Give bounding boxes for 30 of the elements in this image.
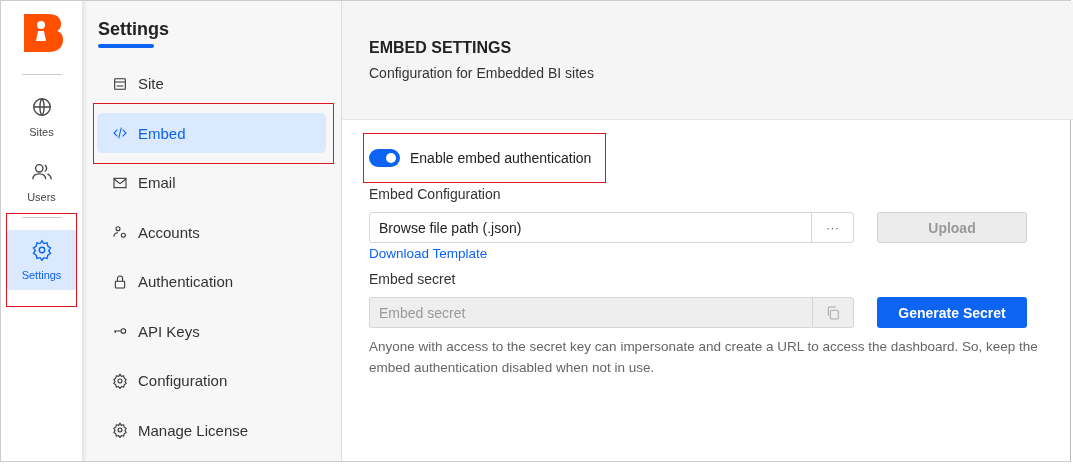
menu-item[interactable]: API Keys [97, 311, 326, 352]
nav-item[interactable]: Settings [6, 230, 77, 290]
menu-item[interactable]: Manage License [97, 410, 326, 451]
gear-icon [112, 422, 128, 439]
nav-item[interactable]: Users [6, 152, 77, 212]
menu-item[interactable]: Embed [97, 113, 326, 154]
copy-icon [825, 304, 841, 321]
page-title: EMBED SETTINGS [369, 39, 513, 57]
menu-item[interactable]: Authentication [97, 261, 326, 302]
menu-item[interactable]: Email [97, 162, 326, 203]
browser-window-icon [112, 75, 128, 92]
toggle-label: Enable embed authentication [410, 150, 592, 166]
menu-item[interactable]: Configuration [97, 360, 326, 401]
page-subtitle: Configuration for Embedded BI sites [369, 65, 595, 81]
file-path-field[interactable]: Browse file path (.json) ··· [369, 212, 854, 243]
gear-icon [30, 239, 53, 261]
field-label: Embed secret [369, 271, 456, 287]
browse-button[interactable]: ··· [811, 213, 853, 242]
toggle-switch[interactable] [369, 149, 400, 167]
menu-item[interactable]: Accounts [97, 212, 326, 253]
panel-title: Settings [98, 19, 170, 40]
title-underline [98, 44, 154, 48]
globe-icon [30, 96, 53, 118]
lock-icon [112, 273, 128, 290]
help-text: Anyone with access to the secret key can impersonate and create a URL to access the dashboard. So, keep the embed authentication disabled when not in use. [369, 338, 1039, 377]
field-label: Embed Configuration [369, 186, 501, 202]
menu-item[interactable]: Site [97, 63, 326, 104]
download-link[interactable]: Download Template [369, 246, 488, 261]
nav-item[interactable]: Sites [6, 87, 77, 147]
gear-icon [112, 372, 128, 389]
